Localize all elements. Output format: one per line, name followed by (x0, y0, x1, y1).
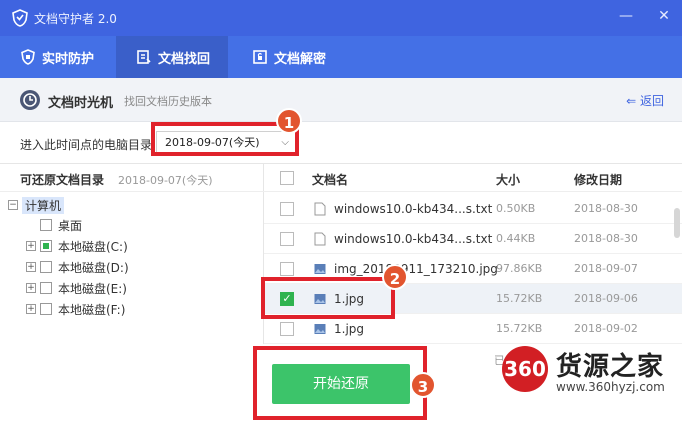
checkbox[interactable] (40, 240, 52, 252)
tree-node-label: 本地磁盘(C:) (58, 239, 128, 254)
collapse-icon[interactable]: − (8, 200, 18, 210)
text-file-icon (314, 202, 326, 216)
column-header-date: 修改日期 (574, 173, 623, 187)
checkbox[interactable] (40, 282, 52, 294)
tree-node-desktop[interactable]: 桌面 (40, 216, 82, 234)
file-date: 2018-08-30 (574, 232, 638, 245)
tab-realtime-protection[interactable]: 实时防护 (0, 36, 112, 78)
checkbox[interactable] (40, 303, 52, 315)
tree-node-label: 本地磁盘(F:) (58, 302, 126, 317)
text-file-icon (314, 232, 326, 246)
image-file-icon (314, 324, 326, 334)
file-date: 2018-09-06 (574, 292, 638, 305)
row-checkbox[interactable] (280, 322, 294, 336)
row-checkbox[interactable] (280, 232, 294, 246)
file-date: 2018-08-30 (574, 202, 638, 215)
tab-label: 文档解密 (274, 51, 327, 67)
table-row[interactable]: windows10.0-kb434...s.txt 0.44KB 2018-08… (264, 224, 682, 254)
expand-icon[interactable]: + (26, 241, 36, 251)
tree-node-computer[interactable]: − 计算机 (8, 196, 65, 214)
tab-label: 实时防护 (42, 51, 95, 67)
step-badge: 3 (410, 372, 436, 398)
app-title: 文档守护者 2.0 (34, 12, 117, 26)
tree-node-drive-f[interactable]: + 本地磁盘(F:) (26, 300, 125, 318)
back-button[interactable]: ⇐ 返回 (626, 92, 664, 109)
file-name: img_20180911_173210.jpg (334, 262, 498, 276)
title-bar: 文档守护者 2.0 — ✕ (0, 0, 682, 36)
column-header-size: 大小 (496, 173, 521, 187)
page-title: 文档时光机 (48, 96, 114, 111)
image-file-icon (314, 264, 326, 274)
table-scrollbar[interactable] (674, 208, 680, 238)
file-name: windows10.0-kb434...s.txt (334, 232, 493, 246)
watermark-name: 货源之家 (556, 352, 665, 382)
file-name: windows10.0-kb434...s.txt (334, 202, 493, 216)
time-machine-icon (20, 90, 40, 110)
select-all-checkbox[interactable] (280, 171, 294, 185)
tree-node-label: 计算机 (22, 196, 65, 214)
table-row[interactable]: windows10.0-kb434...s.txt 0.50KB 2018-08… (264, 194, 682, 224)
file-date: 2018-09-02 (574, 322, 638, 335)
file-date: 2018-09-07 (574, 262, 638, 275)
sub-header: 文档时光机 找回文档历史版本 ⇐ 返回 (0, 78, 682, 122)
file-size: 0.44KB (496, 232, 536, 245)
expand-icon[interactable]: + (26, 283, 36, 293)
tree-node-label: 桌面 (58, 218, 83, 233)
table-header: 文档名 大小 修改日期 (264, 164, 682, 192)
tree-header: 可还原文档目录 2018-09-07(今天) (0, 164, 264, 192)
file-size: 15.72KB (496, 292, 543, 305)
file-size: 97.86KB (496, 262, 543, 275)
row-checkbox[interactable] (280, 202, 294, 216)
column-header-name: 文档名 (312, 173, 349, 187)
directory-tree-pane: 可还原文档目录 2018-09-07(今天) − 计算机 桌面 + 本地磁盘(C… (0, 164, 264, 344)
highlight-box-file (261, 277, 395, 319)
highlight-box-restore (253, 346, 427, 420)
app-shield-icon (12, 9, 28, 27)
directory-row: 进入此时间点的电脑目录 2018-09-07(今天) ⌵ (0, 122, 682, 164)
tree-node-drive-e[interactable]: + 本地磁盘(E:) (26, 279, 127, 297)
step-badge: 2 (382, 264, 408, 290)
tree-node-label: 本地磁盘(D:) (58, 260, 129, 275)
tree-node-drive-d[interactable]: + 本地磁盘(D:) (26, 258, 129, 276)
step-badge: 1 (276, 108, 302, 134)
tab-bar: 实时防护 文档找回 文档解密 (0, 36, 682, 78)
file-size: 0.50KB (496, 202, 536, 215)
tree-header-date: 2018-09-07(今天) (118, 174, 213, 187)
tab-document-decrypt[interactable]: 文档解密 (232, 36, 344, 78)
file-name: 1.jpg (334, 322, 365, 336)
document-restore-icon (137, 50, 151, 64)
directory-label: 进入此时间点的电脑目录 (20, 138, 153, 152)
file-size: 15.72KB (496, 322, 543, 335)
tree-header-title: 可还原文档目录 (20, 173, 105, 187)
back-label: 返回 (639, 94, 664, 108)
expand-icon[interactable]: + (26, 304, 36, 314)
unlock-document-icon (253, 50, 267, 64)
checkbox[interactable] (40, 219, 52, 231)
shield-icon (21, 49, 35, 65)
expand-icon[interactable]: + (26, 262, 36, 272)
tree-node-drive-c[interactable]: + 本地磁盘(C:) (26, 237, 128, 255)
watermark-url: www.360hyzj.com (556, 380, 665, 394)
page-description: 找回文档历史版本 (124, 95, 212, 108)
close-button[interactable]: ✕ (656, 8, 672, 24)
watermark-logo: 360 (502, 346, 548, 392)
row-checkbox[interactable] (280, 262, 294, 276)
tree-node-label: 本地磁盘(E:) (58, 281, 127, 296)
minimize-button[interactable]: — (618, 8, 634, 24)
checkbox[interactable] (40, 261, 52, 273)
tab-document-recovery[interactable]: 文档找回 (116, 36, 228, 78)
back-arrow-icon: ⇐ (626, 94, 640, 108)
tab-label: 文档找回 (158, 51, 211, 67)
